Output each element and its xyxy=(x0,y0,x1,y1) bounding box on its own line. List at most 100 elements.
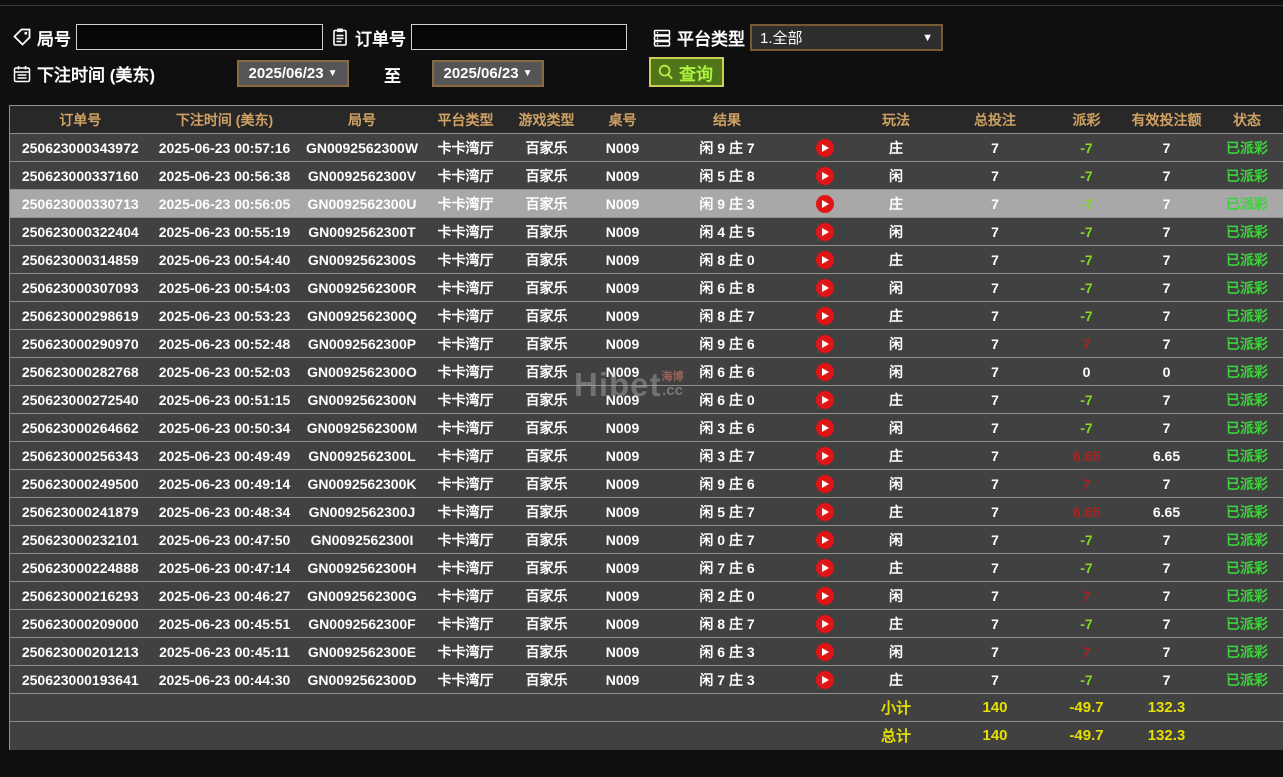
table-row[interactable]: 250623000232101 2025-06-23 00:47:50 GN00… xyxy=(9,525,1283,554)
play-icon[interactable] xyxy=(815,446,834,465)
table-row[interactable]: 250623000209000 2025-06-23 00:45:51 GN00… xyxy=(9,609,1283,638)
tag-icon xyxy=(12,27,32,47)
table-row[interactable]: 250623000249500 2025-06-23 00:49:14 GN00… xyxy=(9,469,1283,498)
cell-total-bet: 7 xyxy=(939,189,1051,218)
play-icon[interactable] xyxy=(815,642,834,661)
cell-play: 闲 xyxy=(852,161,940,190)
cell-valid-bet: 7 xyxy=(1122,609,1211,638)
table-row[interactable]: 250623000193641 2025-06-23 00:44:30 GN00… xyxy=(9,665,1283,694)
bet-time-filter-group: 下注时间 (美东) xyxy=(12,61,155,86)
order-label: 订单号 xyxy=(355,29,406,49)
date-to-value: 2025/06/23 xyxy=(443,65,519,82)
play-icon[interactable] xyxy=(815,558,834,577)
play-icon[interactable] xyxy=(815,474,834,493)
table-row[interactable]: 250623000256343 2025-06-23 00:49:49 GN00… xyxy=(9,441,1283,470)
play-icon[interactable] xyxy=(815,306,834,325)
cell-order-id: 250623000307093 xyxy=(9,273,151,302)
play-icon[interactable] xyxy=(815,194,834,213)
cell-game-type: 百家乐 xyxy=(505,581,588,610)
subtotal-payout: -49.7 xyxy=(1050,693,1123,722)
cell-bet-time: 2025-06-23 00:56:38 xyxy=(150,161,299,190)
query-button[interactable]: 查询 xyxy=(649,57,724,87)
play-icon[interactable] xyxy=(815,390,834,409)
table-row[interactable]: 250623000272540 2025-06-23 00:51:15 GN00… xyxy=(9,385,1283,414)
cell-game-type: 百家乐 xyxy=(505,413,588,442)
results-table-container: 订单号 下注时间 (美东) 局号 平台类型 游戏类型 桌号 结果 玩法 总投注 派彩 有效投注额 状态… xyxy=(9,105,1283,777)
platform-select[interactable]: 1.全部 ▼ xyxy=(750,24,943,51)
play-icon[interactable] xyxy=(815,362,834,381)
cell-table-no: N009 xyxy=(587,329,658,358)
play-icon[interactable] xyxy=(815,614,834,633)
table-row[interactable]: 250623000282768 2025-06-23 00:52:03 GN00… xyxy=(9,357,1283,386)
cell-game-type: 百家乐 xyxy=(505,245,588,274)
cell-platform: 卡卡湾厅 xyxy=(425,665,506,694)
play-icon[interactable] xyxy=(815,586,834,605)
table-row[interactable]: 250623000322404 2025-06-23 00:55:19 GN00… xyxy=(9,217,1283,246)
cell-table-no: N009 xyxy=(587,497,658,526)
cell-order-id: 250623000241879 xyxy=(9,497,151,526)
cell-payout: -7 xyxy=(1050,665,1123,694)
cell-order-id: 250623000201213 xyxy=(9,637,151,666)
cell-round-id: GN0092562300E xyxy=(298,637,426,666)
platform-label: 平台类型 xyxy=(677,30,745,49)
cell-play: 闲 xyxy=(852,469,940,498)
play-icon[interactable] xyxy=(815,530,834,549)
cell-result: 闲 9 庄 6 xyxy=(657,469,797,498)
cell-table-no: N009 xyxy=(587,273,658,302)
cell-round-id: GN0092562300P xyxy=(298,329,426,358)
cell-table-no: N009 xyxy=(587,217,658,246)
cell-bet-time: 2025-06-23 00:52:48 xyxy=(150,329,299,358)
cell-game-type: 百家乐 xyxy=(505,133,588,162)
cell-play: 庄 xyxy=(852,301,940,330)
play-icon[interactable] xyxy=(815,334,834,353)
play-icon[interactable] xyxy=(815,250,834,269)
total-total-bet: 140 xyxy=(939,721,1051,750)
table-row[interactable]: 250623000337160 2025-06-23 00:56:38 GN00… xyxy=(9,161,1283,190)
table-row[interactable]: 250623000307093 2025-06-23 00:54:03 GN00… xyxy=(9,273,1283,302)
play-icon[interactable] xyxy=(815,138,834,157)
cell-payout: -7 xyxy=(1050,525,1123,554)
table-row[interactable]: 250623000314859 2025-06-23 00:54:40 GN00… xyxy=(9,245,1283,274)
cell-bet-time: 2025-06-23 00:51:15 xyxy=(150,385,299,414)
table-row[interactable]: 250623000343972 2025-06-23 00:57:16 GN00… xyxy=(9,133,1283,162)
cell-round-id: GN0092562300L xyxy=(298,441,426,470)
column-header: 派彩 xyxy=(1050,105,1123,134)
cell-valid-bet: 7 xyxy=(1122,413,1211,442)
order-input[interactable] xyxy=(411,24,627,50)
cell-order-id: 250623000193641 xyxy=(9,665,151,694)
cell-result: 闲 9 庄 7 xyxy=(657,133,797,162)
date-to-picker[interactable]: 2025/06/23 ▼ xyxy=(432,60,544,87)
cell-order-id: 250623000249500 xyxy=(9,469,151,498)
cell-total-bet: 7 xyxy=(939,581,1051,610)
cell-table-no: N009 xyxy=(587,609,658,638)
play-icon[interactable] xyxy=(815,278,834,297)
table-row[interactable]: 250623000330713 2025-06-23 00:56:05 GN00… xyxy=(9,189,1283,218)
cell-round-id: GN0092562300H xyxy=(298,553,426,582)
cell-table-no: N009 xyxy=(587,637,658,666)
column-header: 局号 xyxy=(298,105,426,134)
cell-status: 已派彩 xyxy=(1210,385,1283,414)
date-from-picker[interactable]: 2025/06/23 ▼ xyxy=(237,60,349,87)
play-icon[interactable] xyxy=(815,222,834,241)
cell-platform: 卡卡湾厅 xyxy=(425,609,506,638)
cell-result: 闲 5 庄 8 xyxy=(657,161,797,190)
table-row[interactable]: 250623000290970 2025-06-23 00:52:48 GN00… xyxy=(9,329,1283,358)
cell-round-id: GN0092562300V xyxy=(298,161,426,190)
cell-result: 闲 6 庄 3 xyxy=(657,637,797,666)
cell-game-type: 百家乐 xyxy=(505,609,588,638)
play-icon[interactable] xyxy=(815,166,834,185)
table-row[interactable]: 250623000224888 2025-06-23 00:47:14 GN00… xyxy=(9,553,1283,582)
table-row[interactable]: 250623000216293 2025-06-23 00:46:27 GN00… xyxy=(9,581,1283,610)
search-icon xyxy=(658,64,673,80)
table-row[interactable]: 250623000241879 2025-06-23 00:48:34 GN00… xyxy=(9,497,1283,526)
cell-play: 庄 xyxy=(852,441,940,470)
play-icon[interactable] xyxy=(815,670,834,689)
table-row[interactable]: 250623000264662 2025-06-23 00:50:34 GN00… xyxy=(9,413,1283,442)
play-icon[interactable] xyxy=(815,418,834,437)
round-input[interactable] xyxy=(76,24,323,50)
cell-play: 闲 xyxy=(852,413,940,442)
table-row[interactable]: 250623000298619 2025-06-23 00:53:23 GN00… xyxy=(9,301,1283,330)
table-row[interactable]: 250623000201213 2025-06-23 00:45:11 GN00… xyxy=(9,637,1283,666)
play-icon[interactable] xyxy=(815,502,834,521)
cell-result: 闲 4 庄 5 xyxy=(657,217,797,246)
